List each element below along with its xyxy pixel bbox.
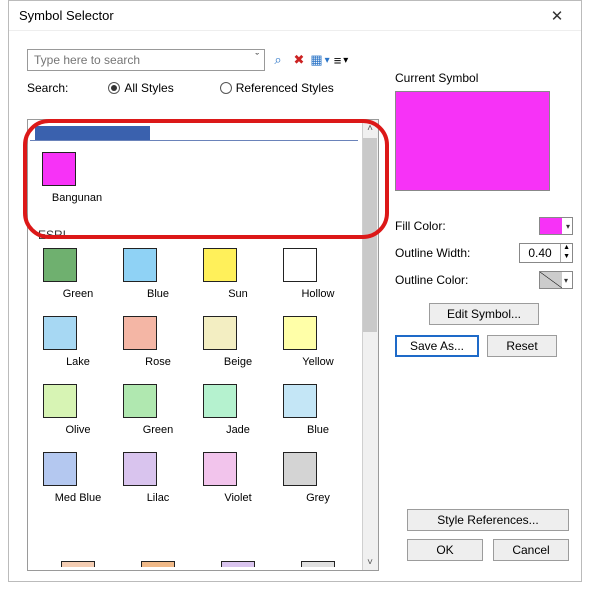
- list-item[interactable]: Bangunan: [42, 152, 112, 204]
- swatch[interactable]: [203, 384, 237, 418]
- scrollbar[interactable]: ˄ ˅: [362, 120, 378, 570]
- swatch-label: Lilac: [123, 492, 193, 504]
- view-options-icon[interactable]: ▦▾: [311, 51, 329, 69]
- list-item[interactable]: Beige: [203, 316, 273, 368]
- swatch-label: Grey: [283, 492, 353, 504]
- reset-button[interactable]: Reset: [487, 335, 557, 357]
- swatch[interactable]: [123, 316, 157, 350]
- list-item[interactable]: Blue: [283, 384, 353, 436]
- symbol-list: Bangunan ESRI Green Blue Sun Hollow Lake Rose…: [27, 119, 379, 571]
- selected-group-header[interactable]: [35, 126, 150, 140]
- swatch[interactable]: [123, 384, 157, 418]
- list-item[interactable]: Hollow: [283, 248, 353, 300]
- current-symbol-label: Current Symbol: [395, 71, 573, 85]
- scroll-thumb[interactable]: [363, 138, 377, 332]
- swatch-label: Bangunan: [42, 192, 112, 204]
- menu-icon[interactable]: ≡▾: [332, 51, 350, 69]
- swatch-label: Green: [123, 424, 193, 436]
- swatch[interactable]: [123, 248, 157, 282]
- search-icon[interactable]: ⌕: [269, 51, 287, 69]
- list-item[interactable]: Blue: [123, 248, 193, 300]
- ok-button[interactable]: OK: [407, 539, 483, 561]
- window-title: Symbol Selector: [19, 8, 114, 23]
- list-item[interactable]: Rose: [123, 316, 193, 368]
- swatch-label: Olive: [43, 424, 113, 436]
- swatch-label: Violet: [203, 492, 273, 504]
- titlebar: Symbol Selector ✕: [9, 1, 581, 31]
- swatch[interactable]: [283, 316, 317, 350]
- swatch-label: Rose: [123, 356, 193, 368]
- swatch[interactable]: [43, 452, 77, 486]
- cancel-button[interactable]: Cancel: [493, 539, 569, 561]
- swatch-label: Lake: [43, 356, 113, 368]
- swatch-label: Hollow: [283, 288, 353, 300]
- search-label: Search:: [27, 81, 68, 95]
- list-item[interactable]: Green: [123, 384, 193, 436]
- swatch[interactable]: [203, 452, 237, 486]
- scroll-down-icon[interactable]: ˅: [362, 554, 378, 570]
- swatch-bangunan[interactable]: [42, 152, 76, 186]
- list-item[interactable]: Med Blue: [43, 452, 113, 504]
- current-symbol-preview: [395, 91, 550, 191]
- scroll-up-icon[interactable]: ˄: [362, 120, 378, 136]
- save-as-button[interactable]: Save As...: [395, 335, 479, 357]
- swatch[interactable]: [203, 248, 237, 282]
- swatch[interactable]: [43, 316, 77, 350]
- style-references-button[interactable]: Style References...: [407, 509, 569, 531]
- outline-width-input[interactable]: [520, 246, 560, 260]
- list-item[interactable]: Lilac: [123, 452, 193, 504]
- swatch[interactable]: [301, 561, 335, 567]
- chevron-down-icon[interactable]: ˇ: [255, 52, 259, 64]
- swatch-label: Yellow: [283, 356, 353, 368]
- swatch-label: Blue: [283, 424, 353, 436]
- fill-color-label: Fill Color:: [395, 219, 477, 233]
- swatch[interactable]: [43, 248, 77, 282]
- swatch-label: Sun: [203, 288, 273, 300]
- chevron-down-icon: ▾: [562, 276, 570, 285]
- edit-symbol-button[interactable]: Edit Symbol...: [429, 303, 539, 325]
- swatch[interactable]: [61, 561, 95, 567]
- symbol-selector-dialog: Symbol Selector ✕ ˇ ⌕ ✖ ▦▾ ≡▾ Search: Al…: [8, 0, 582, 582]
- outline-color-label: Outline Color:: [395, 273, 477, 287]
- swatch-label: Med Blue: [43, 492, 113, 504]
- list-item[interactable]: Olive: [43, 384, 113, 436]
- swatch[interactable]: [43, 384, 77, 418]
- fill-color-swatch: [540, 218, 562, 234]
- radio-referenced-styles[interactable]: Referenced Styles: [220, 81, 334, 95]
- list-item[interactable]: Grey: [283, 452, 353, 504]
- outline-width-spinner[interactable]: ▲▼: [519, 243, 573, 263]
- close-icon[interactable]: ✕: [539, 4, 575, 28]
- swatch[interactable]: [283, 452, 317, 486]
- list-item[interactable]: Violet: [203, 452, 273, 504]
- list-item[interactable]: Jade: [203, 384, 273, 436]
- list-item[interactable]: Yellow: [283, 316, 353, 368]
- swatch[interactable]: [283, 384, 317, 418]
- chevron-down-icon: ▾: [564, 222, 572, 231]
- spinner-buttons[interactable]: ▲▼: [560, 244, 572, 262]
- group-label-esri: ESRI: [38, 228, 66, 242]
- swatch[interactable]: [141, 561, 175, 567]
- list-item[interactable]: Green: [43, 248, 113, 300]
- list-item[interactable]: Sun: [203, 248, 273, 300]
- clear-search-icon[interactable]: ✖: [290, 51, 308, 69]
- swatch-label: Jade: [203, 424, 273, 436]
- swatch-label: Blue: [123, 288, 193, 300]
- outline-color-button[interactable]: ▾: [539, 271, 573, 289]
- swatch[interactable]: [203, 316, 237, 350]
- outline-width-label: Outline Width:: [395, 246, 477, 260]
- search-input[interactable]: [27, 49, 265, 71]
- swatch[interactable]: [123, 452, 157, 486]
- list-item[interactable]: Lake: [43, 316, 113, 368]
- no-color-swatch: [540, 272, 562, 288]
- radio-all-styles[interactable]: All Styles: [108, 81, 173, 95]
- swatch[interactable]: [221, 561, 255, 567]
- fill-color-button[interactable]: ▾: [539, 217, 573, 235]
- swatch-label: Green: [43, 288, 113, 300]
- swatch[interactable]: [283, 248, 317, 282]
- swatch-label: Beige: [203, 356, 273, 368]
